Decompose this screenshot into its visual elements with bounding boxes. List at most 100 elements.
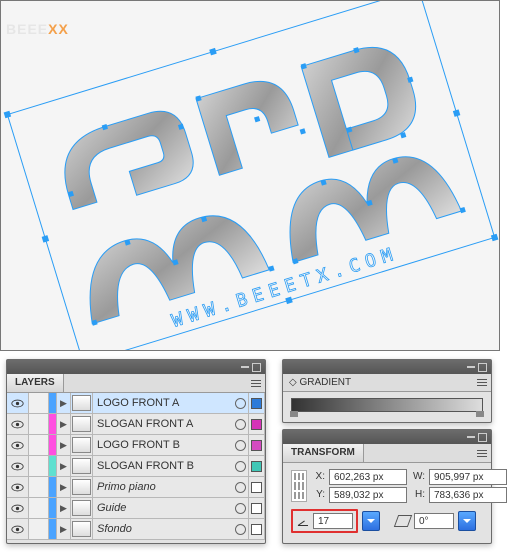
panel-header[interactable] — [283, 430, 491, 444]
lock-toggle[interactable] — [29, 414, 49, 434]
layer-color-stripe — [49, 477, 57, 497]
expand-toggle[interactable]: ▶ — [57, 456, 71, 476]
layer-row[interactable]: ▶ LOGO FRONT A — [7, 393, 265, 414]
selection-color-swatch — [249, 414, 265, 434]
label-h: H: — [413, 487, 427, 503]
expand-toggle[interactable]: ▶ — [57, 435, 71, 455]
eye-icon — [11, 441, 24, 450]
target-icon[interactable] — [233, 435, 249, 455]
layer-thumbnail — [71, 393, 93, 413]
lock-toggle[interactable] — [29, 393, 49, 413]
visibility-toggle[interactable] — [7, 435, 29, 455]
layer-row[interactable]: ▶ SLOGAN FRONT B — [7, 456, 265, 477]
visibility-toggle[interactable] — [7, 519, 29, 539]
lock-toggle[interactable] — [29, 498, 49, 518]
selection-color-swatch — [249, 456, 265, 476]
gradient-slider[interactable] — [291, 398, 483, 412]
layer-color-stripe — [49, 393, 57, 413]
expand-toggle[interactable]: ▶ — [57, 414, 71, 434]
visibility-toggle[interactable] — [7, 477, 29, 497]
panel-menu-icon[interactable] — [477, 450, 487, 457]
shear-input[interactable]: 0° — [414, 513, 454, 529]
minimize-icon[interactable] — [241, 366, 249, 368]
canvas-area[interactable]: BEEEXX — [0, 0, 500, 351]
visibility-toggle[interactable] — [7, 414, 29, 434]
eye-icon — [11, 504, 24, 513]
minimize-icon[interactable] — [467, 366, 475, 368]
close-icon[interactable] — [252, 363, 261, 372]
layer-name[interactable]: Guide — [93, 498, 233, 518]
rotate-highlight: 17 — [291, 509, 358, 533]
layer-thumbnail — [71, 456, 93, 476]
gradient-panel: ◇ GRADIENT — [282, 359, 492, 423]
target-icon[interactable] — [233, 393, 249, 413]
layer-name[interactable]: LOGO FRONT A — [93, 393, 233, 413]
expand-toggle[interactable]: ▶ — [57, 393, 71, 413]
expand-toggle[interactable]: ▶ — [57, 519, 71, 539]
target-icon[interactable] — [233, 456, 249, 476]
visibility-toggle[interactable] — [7, 393, 29, 413]
tab-transform[interactable]: TRANSFORM — [283, 444, 364, 462]
eye-icon — [11, 483, 24, 492]
layer-row[interactable]: ▶ Primo piano — [7, 477, 265, 498]
layer-name[interactable]: SLOGAN FRONT A — [93, 414, 233, 434]
target-icon[interactable] — [233, 498, 249, 518]
layer-name[interactable]: Primo piano — [93, 477, 233, 497]
eye-icon — [11, 525, 24, 534]
layer-name[interactable]: SLOGAN FRONT B — [93, 456, 233, 476]
target-icon[interactable] — [233, 477, 249, 497]
target-icon[interactable] — [233, 414, 249, 434]
eye-icon — [11, 399, 24, 408]
tab-gradient[interactable]: ◇ GRADIENT — [283, 374, 357, 391]
panel-header[interactable] — [7, 360, 265, 374]
tab-layers[interactable]: LAYERS — [7, 374, 64, 392]
rotate-icon — [296, 514, 310, 528]
layer-name[interactable]: LOGO FRONT B — [93, 435, 233, 455]
visibility-toggle[interactable] — [7, 456, 29, 476]
minimize-icon[interactable] — [467, 436, 475, 438]
w-input[interactable]: 905,997 px — [429, 469, 507, 485]
eye-icon — [11, 462, 24, 471]
selection-color-swatch — [249, 519, 265, 539]
selected-artwork[interactable]: WWW.BEEETX.COM — [1, 1, 499, 350]
expand-toggle[interactable]: ▶ — [57, 477, 71, 497]
lock-toggle[interactable] — [29, 519, 49, 539]
rotate-input[interactable]: 17 — [313, 513, 353, 529]
selection-color-swatch — [249, 435, 265, 455]
y-input[interactable]: 589,032 px — [329, 487, 407, 503]
expand-toggle[interactable]: ▶ — [57, 498, 71, 518]
layer-thumbnail — [71, 519, 93, 539]
panel-menu-icon[interactable] — [251, 380, 261, 387]
rotate-dropdown[interactable] — [362, 511, 380, 531]
layer-thumbnail — [71, 477, 93, 497]
layer-row[interactable]: ▶ Guide — [7, 498, 265, 519]
layers-panel: LAYERS ▶ LOGO FRONT A ▶ SLOGAN FRONT A ▶ LOGO… — [6, 359, 266, 544]
panel-menu-icon[interactable] — [477, 379, 487, 386]
slogan-text: WWW.BEEETX.COM — [169, 243, 401, 332]
layer-thumbnail — [71, 498, 93, 518]
panel-header[interactable] — [283, 360, 491, 374]
lock-toggle[interactable] — [29, 456, 49, 476]
reference-point-selector[interactable] — [291, 470, 307, 502]
layer-thumbnail — [71, 414, 93, 434]
close-icon[interactable] — [478, 363, 487, 372]
shear-dropdown[interactable] — [458, 511, 476, 531]
layer-thumbnail — [71, 435, 93, 455]
layer-row[interactable]: ▶ Sfondo — [7, 519, 265, 540]
layer-color-stripe — [49, 414, 57, 434]
layer-color-stripe — [49, 519, 57, 539]
selection-color-swatch — [249, 498, 265, 518]
visibility-toggle[interactable] — [7, 498, 29, 518]
lock-toggle[interactable] — [29, 435, 49, 455]
x-input[interactable]: 602,263 px — [329, 469, 407, 485]
close-icon[interactable] — [478, 433, 487, 442]
selection-color-swatch — [249, 393, 265, 413]
layer-name[interactable]: Sfondo — [93, 519, 233, 539]
h-input[interactable]: 783,636 px — [429, 487, 507, 503]
layer-row[interactable]: ▶ SLOGAN FRONT A — [7, 414, 265, 435]
lock-toggle[interactable] — [29, 477, 49, 497]
shear-icon — [394, 515, 412, 527]
layer-row[interactable]: ▶ LOGO FRONT B — [7, 435, 265, 456]
label-w: W: — [413, 469, 427, 485]
target-icon[interactable] — [233, 519, 249, 539]
